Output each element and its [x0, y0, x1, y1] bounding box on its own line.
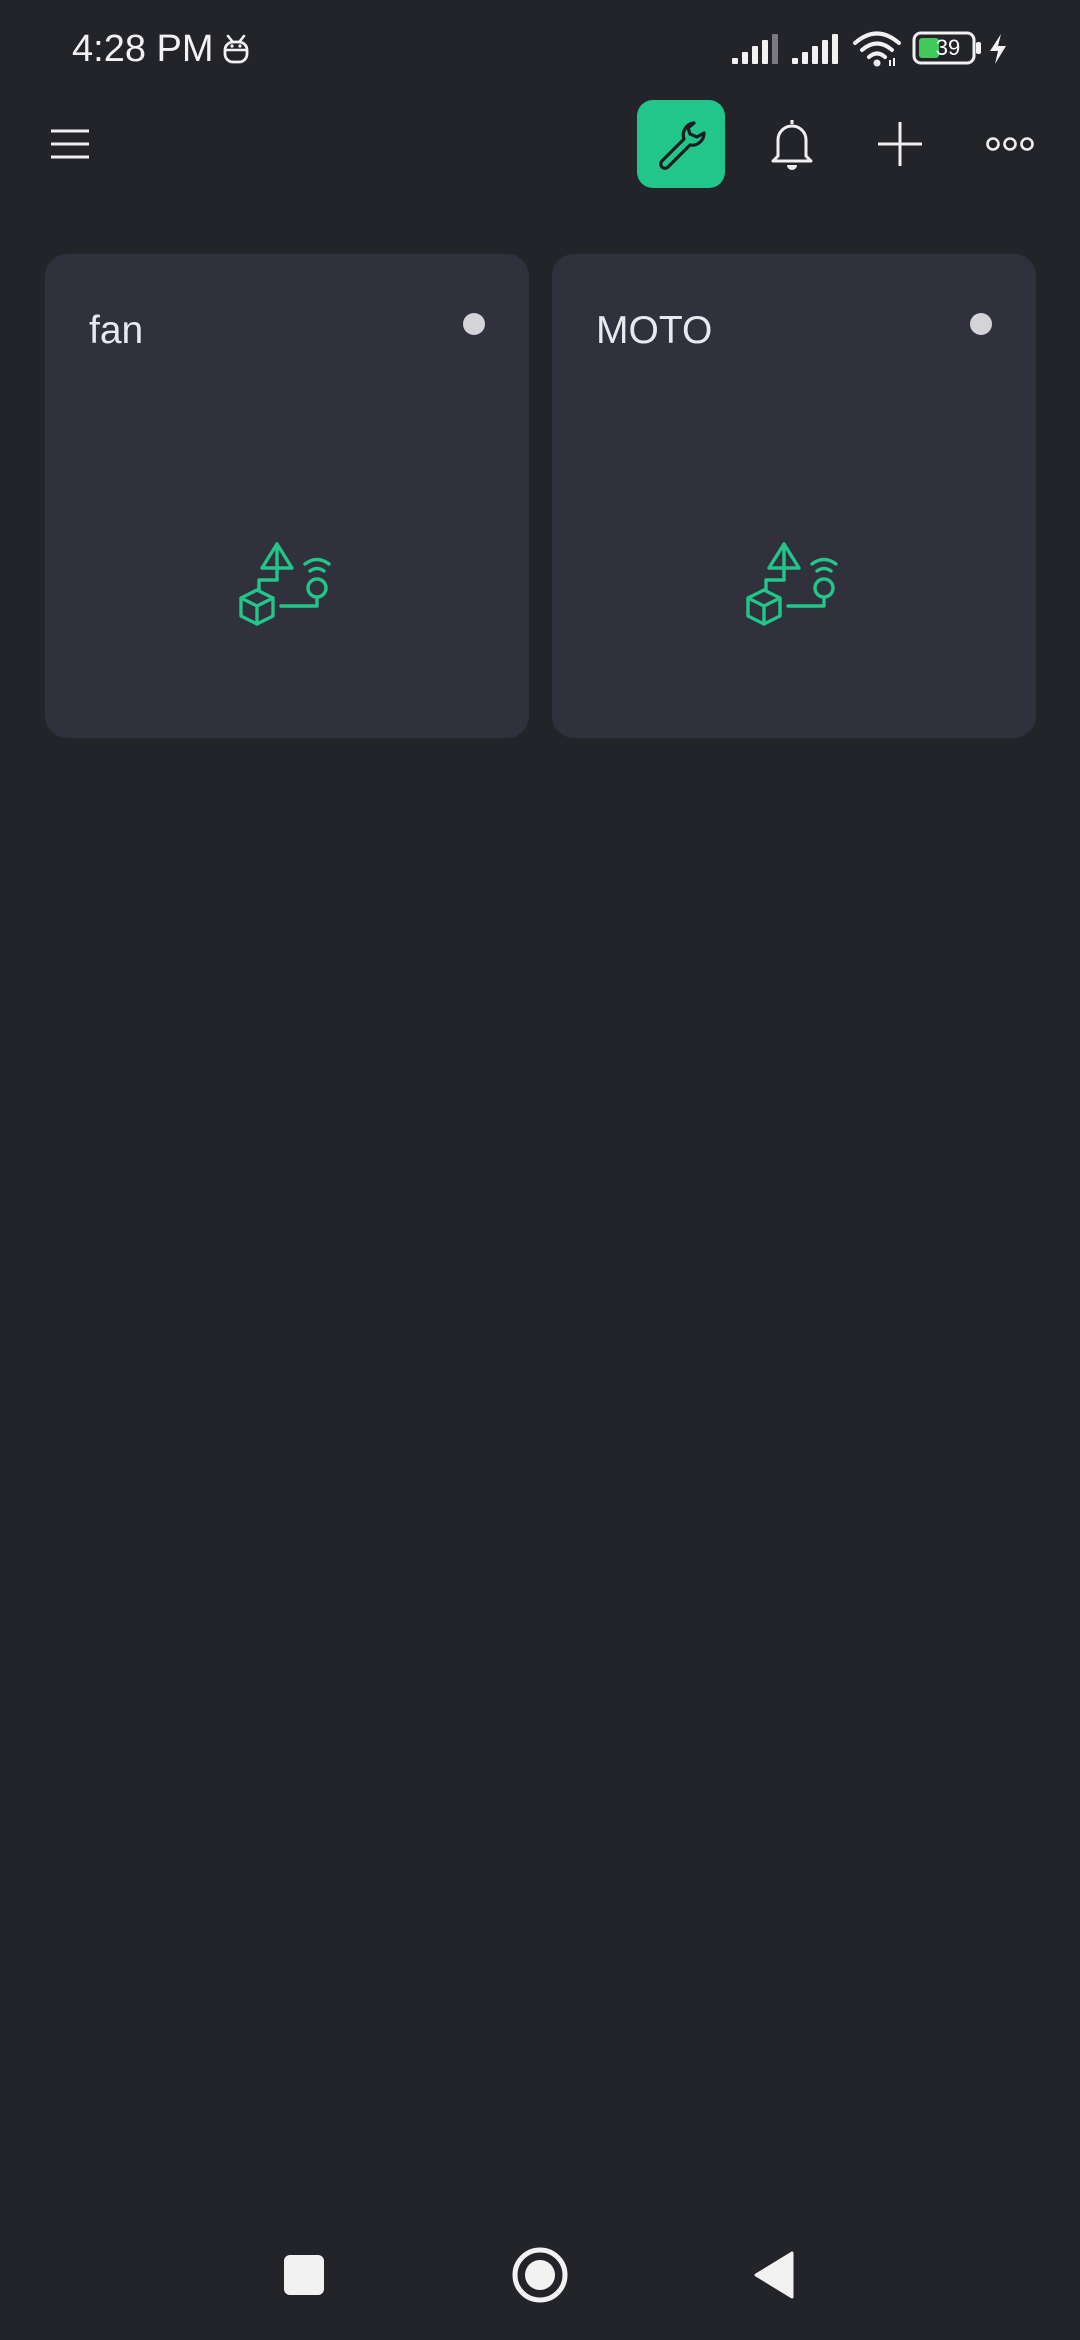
recents-square-icon[interactable] — [282, 2253, 326, 2297]
wifi-icon — [853, 31, 901, 67]
status-time: 4:28 PM — [72, 28, 214, 70]
menu-icon — [51, 129, 89, 159]
cell-signal-icon — [792, 34, 838, 64]
device-status-dot — [970, 313, 992, 335]
back-triangle-icon[interactable] — [752, 2250, 796, 2300]
device-name: MOTO — [596, 309, 713, 352]
cell-signal-icon — [732, 34, 778, 64]
app-bar — [0, 96, 1080, 196]
more-icon — [986, 137, 1034, 151]
device-template-icon — [746, 542, 838, 626]
battery-level-text: 39 — [935, 35, 961, 60]
device-name: fan — [89, 309, 144, 352]
wrench-icon — [659, 121, 706, 170]
device-status-dot — [463, 313, 485, 335]
bell-icon — [771, 120, 813, 170]
device-template-icon — [239, 542, 331, 626]
more-options-button[interactable] — [972, 108, 1048, 180]
plus-icon — [878, 122, 922, 166]
status-bar: 4:28 PM 39 — [0, 0, 1080, 96]
robot-notification-icon — [223, 34, 249, 64]
developer-tools-button[interactable] — [637, 100, 725, 188]
device-card-fan[interactable]: fan — [45, 254, 529, 738]
app-screen: 4:28 PM 39 fan MOTO — [0, 0, 1080, 2340]
notifications-button[interactable] — [756, 108, 828, 180]
charging-bolt-icon — [990, 34, 1006, 64]
add-device-button[interactable] — [864, 108, 936, 180]
device-card-moto[interactable]: MOTO — [552, 254, 1036, 738]
home-circle-icon[interactable] — [511, 2246, 569, 2304]
menu-button[interactable] — [40, 114, 100, 174]
